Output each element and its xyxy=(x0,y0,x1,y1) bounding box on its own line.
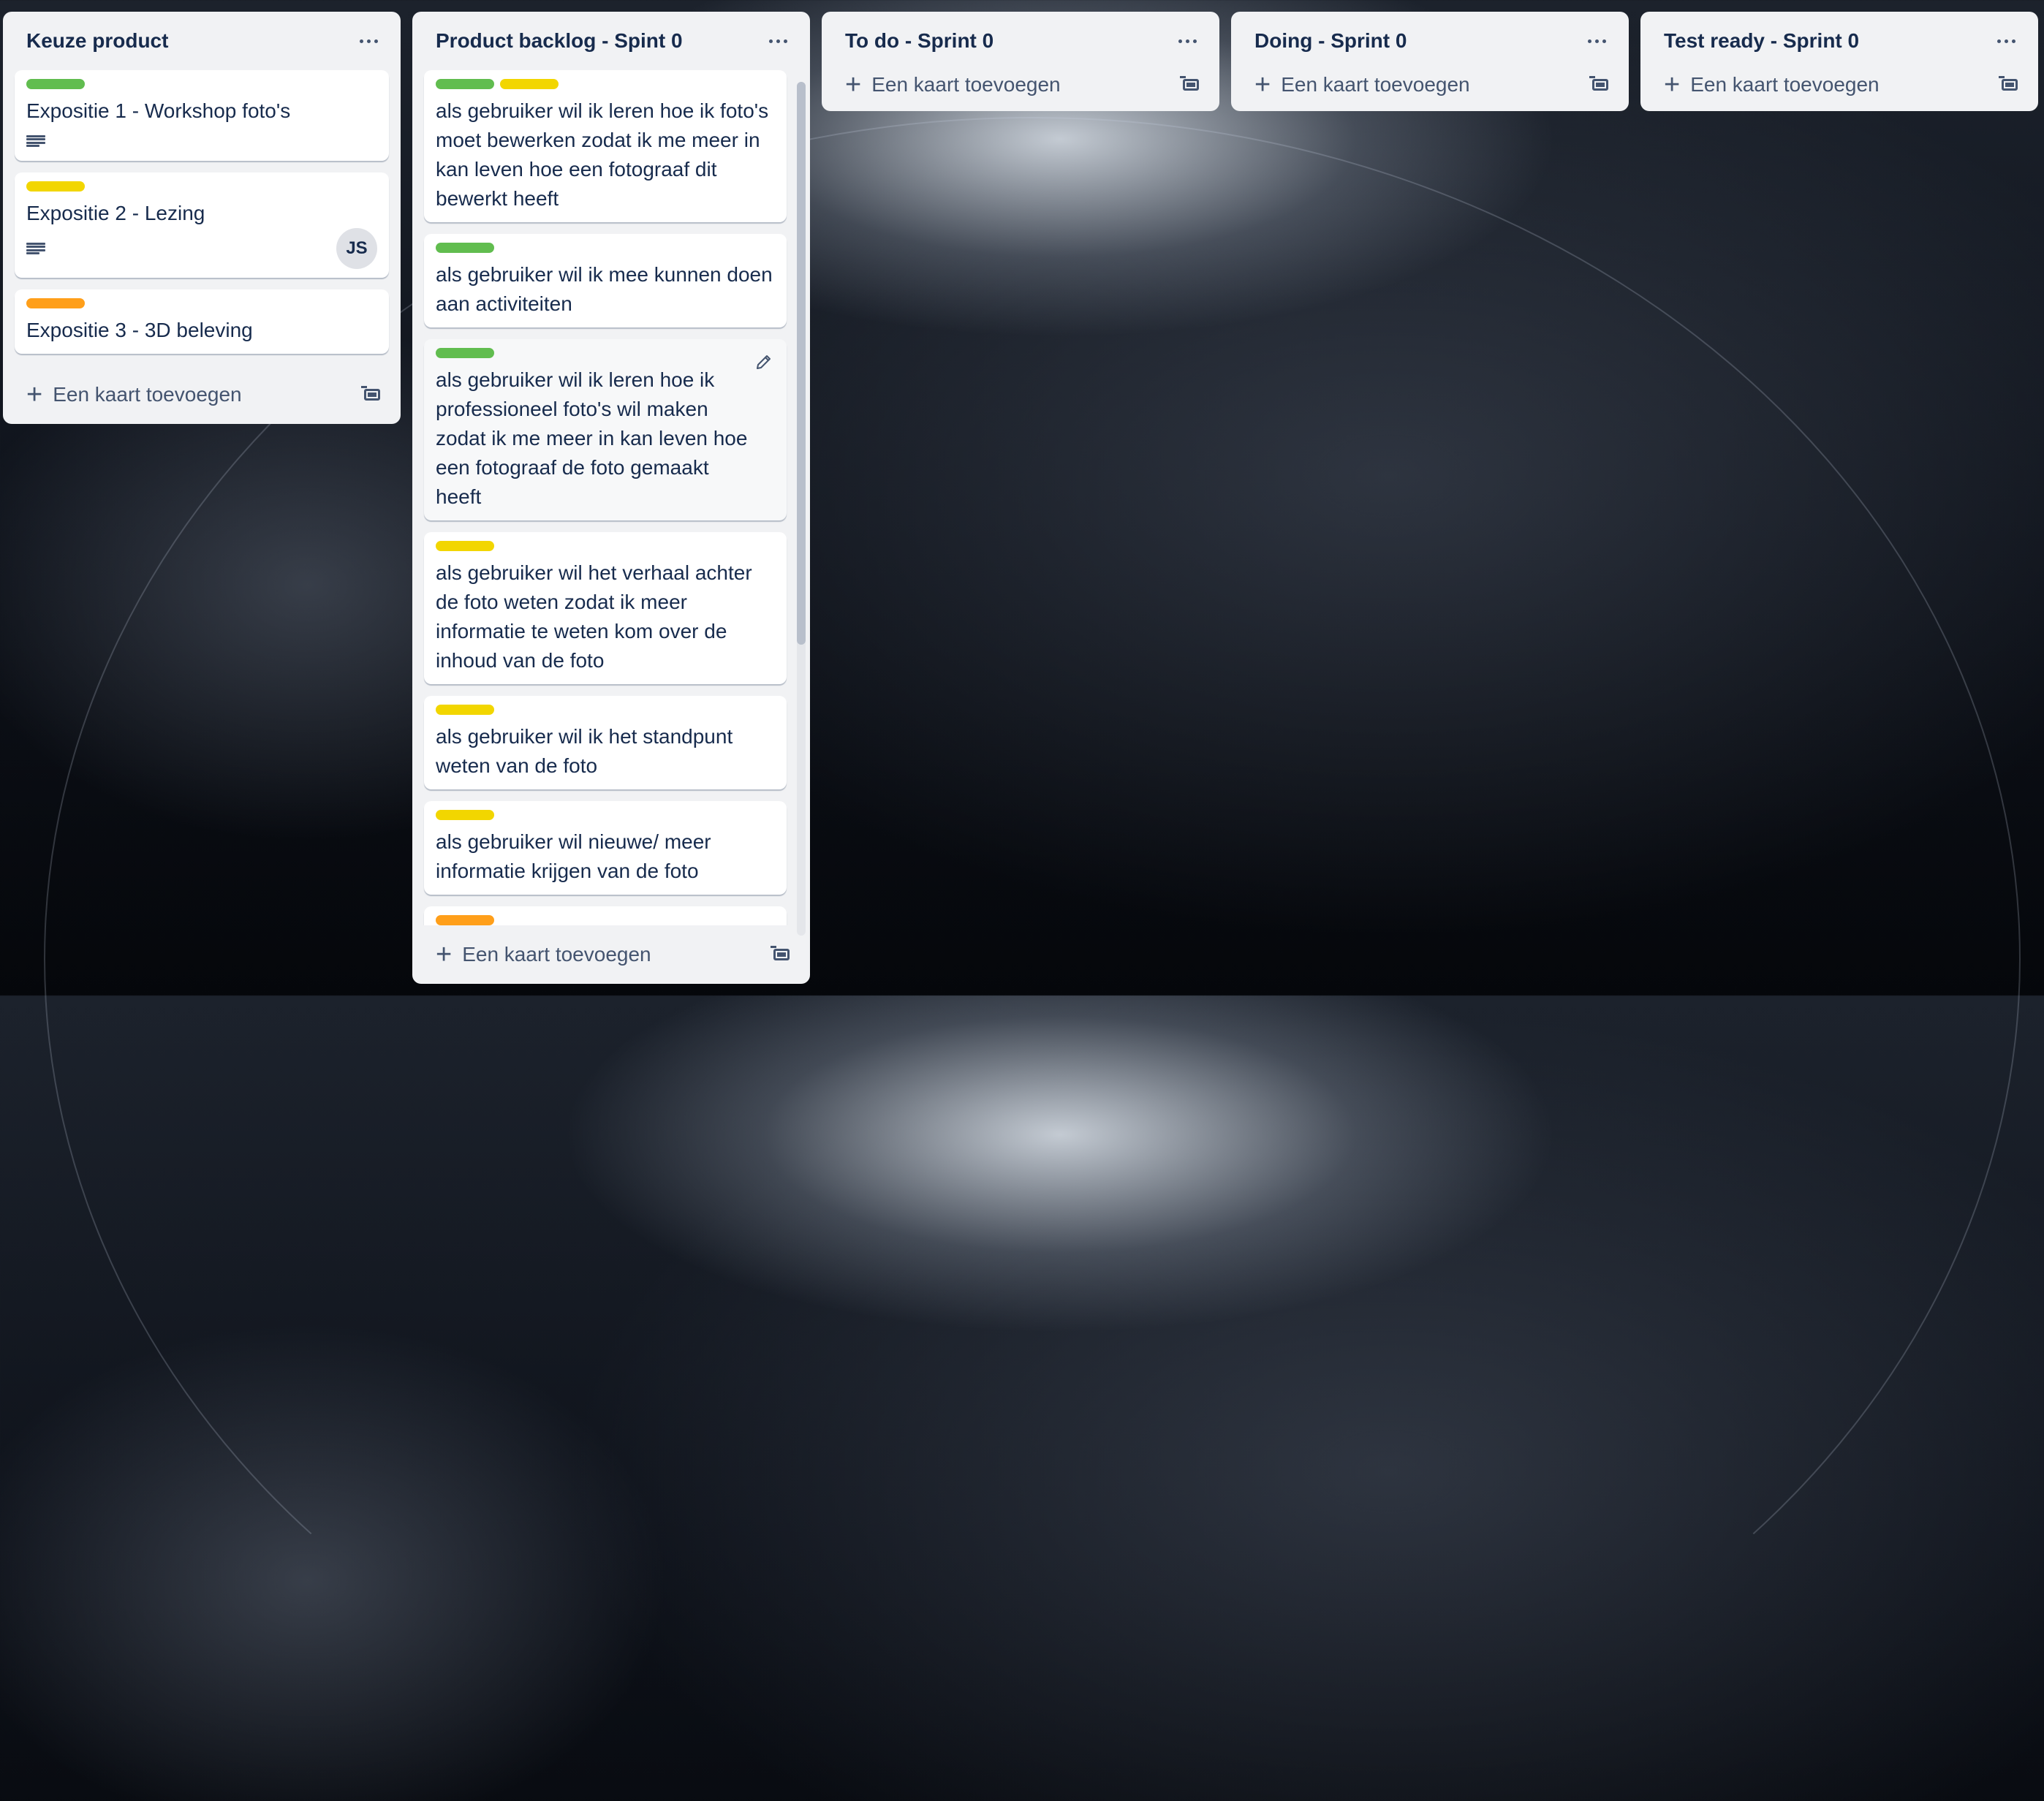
card-title: als gebruiker wil ik mee kunnen doen aan… xyxy=(436,263,773,315)
card[interactable]: als gebruiker wil het verhaal achter de … xyxy=(424,532,787,684)
add-card-row: + Een kaart toevoegen xyxy=(3,365,401,424)
label-yellow[interactable] xyxy=(500,79,559,89)
card[interactable]: Expositie 1 - Workshop foto's xyxy=(15,70,389,161)
card-labels xyxy=(436,348,775,358)
card[interactable]: als gebruiker wil ik mee kunnen doen aan… xyxy=(424,234,787,327)
add-card-label: Een kaart toevoegen xyxy=(53,383,242,406)
card[interactable]: als gebruiker wil ik leren hoe ik profes… xyxy=(424,339,787,520)
card-title: Expositie 3 - 3D beleving xyxy=(26,319,253,341)
card-labels xyxy=(436,915,775,925)
card-list[interactable]: als gebruiker wil ik leren hoe ik foto's… xyxy=(412,70,810,925)
add-card-button[interactable]: + Een kaart toevoegen xyxy=(436,939,651,970)
card[interactable]: Expositie 2 - Lezing JS xyxy=(15,172,389,278)
plus-icon: + xyxy=(436,939,453,970)
label-orange[interactable] xyxy=(436,915,494,925)
add-card-label: Een kaart toevoegen xyxy=(462,943,651,966)
list-menu-icon[interactable] xyxy=(1173,26,1202,56)
scrollbar-thumb[interactable] xyxy=(797,82,806,645)
add-card-button[interactable]: + Een kaart toevoegen xyxy=(1254,69,1470,100)
card[interactable]: als gebruiker wil nieuwe/ meer informati… xyxy=(424,801,787,895)
card-labels xyxy=(436,541,775,551)
card[interactable] xyxy=(424,906,787,925)
add-card-label: Een kaart toevoegen xyxy=(871,73,1061,96)
member-avatar[interactable]: JS xyxy=(336,228,377,269)
card-badges: JS xyxy=(26,228,377,269)
label-orange[interactable] xyxy=(26,298,85,308)
add-card-label: Een kaart toevoegen xyxy=(1281,73,1470,96)
card-title: Expositie 2 - Lezing xyxy=(26,202,205,224)
list-doing: Doing - Sprint 0 + Een kaart toevoegen xyxy=(1231,12,1629,111)
list-keuze-product: Keuze product Expositie 1 - Workshop fot… xyxy=(3,12,401,424)
card-title: als gebruiker wil nieuwe/ meer informati… xyxy=(436,830,711,882)
label-green[interactable] xyxy=(436,243,494,253)
board: Keuze product Expositie 1 - Workshop fot… xyxy=(0,0,2044,996)
card-title: als gebruiker wil ik het standpunt weten… xyxy=(436,725,733,777)
create-from-template-icon[interactable] xyxy=(361,385,383,404)
card[interactable]: Expositie 3 - 3D beleving xyxy=(15,289,389,354)
list-title[interactable]: To do - Sprint 0 xyxy=(845,29,993,53)
card-title: als gebruiker wil ik leren hoe ik foto's… xyxy=(436,99,769,210)
card-labels xyxy=(436,705,775,715)
list-menu-icon[interactable] xyxy=(1582,26,1611,56)
add-card-button[interactable]: + Een kaart toevoegen xyxy=(845,69,1061,100)
card-title: Expositie 1 - Workshop foto's xyxy=(26,99,291,122)
add-card-button[interactable]: + Een kaart toevoegen xyxy=(26,379,242,410)
plus-icon: + xyxy=(1254,69,1271,100)
card[interactable]: als gebruiker wil ik het standpunt weten… xyxy=(424,696,787,789)
card-title: als gebruiker wil het verhaal achter de … xyxy=(436,561,752,672)
list-to-do: To do - Sprint 0 + Een kaart toevoegen xyxy=(822,12,1219,111)
create-from-template-icon[interactable] xyxy=(1589,75,1611,94)
card-labels xyxy=(26,298,377,308)
label-green[interactable] xyxy=(436,348,494,358)
card-labels xyxy=(436,810,775,820)
create-from-template-icon[interactable] xyxy=(1180,75,1202,94)
label-green[interactable] xyxy=(26,79,85,89)
list-header: Keuze product xyxy=(3,12,401,70)
label-yellow[interactable] xyxy=(436,705,494,715)
label-yellow[interactable] xyxy=(26,181,85,192)
list-product-backlog: Product backlog - Spint 0 als gebruiker … xyxy=(412,12,810,984)
list-title[interactable]: Keuze product xyxy=(26,29,168,53)
list-title[interactable]: Doing - Sprint 0 xyxy=(1254,29,1407,53)
add-card-button[interactable]: + Een kaart toevoegen xyxy=(1664,69,1880,100)
add-card-row: + Een kaart toevoegen xyxy=(1640,58,2038,111)
card[interactable]: als gebruiker wil ik leren hoe ik foto's… xyxy=(424,70,787,222)
list-title[interactable]: Test ready - Sprint 0 xyxy=(1664,29,1859,53)
plus-icon: + xyxy=(26,379,43,410)
card-labels xyxy=(26,181,377,192)
card-labels xyxy=(436,243,775,253)
add-card-row: + Een kaart toevoegen xyxy=(412,925,810,984)
list-header: Product backlog - Spint 0 xyxy=(412,12,810,70)
card-labels xyxy=(436,79,775,89)
label-yellow[interactable] xyxy=(436,810,494,820)
create-from-template-icon[interactable] xyxy=(1999,75,2021,94)
label-green[interactable] xyxy=(436,79,494,89)
card-labels xyxy=(26,79,377,89)
add-card-row: + Een kaart toevoegen xyxy=(822,58,1219,111)
pencil-edit-icon[interactable] xyxy=(754,352,773,371)
add-card-row: + Een kaart toevoegen xyxy=(1231,58,1629,111)
plus-icon: + xyxy=(1664,69,1681,100)
description-icon xyxy=(26,133,45,149)
list-menu-icon[interactable] xyxy=(763,26,792,56)
add-card-label: Een kaart toevoegen xyxy=(1690,73,1880,96)
card-badges xyxy=(26,130,377,152)
list-menu-icon[interactable] xyxy=(354,26,383,56)
description-icon xyxy=(26,240,45,257)
card-title: als gebruiker wil ik leren hoe ik profes… xyxy=(436,368,748,508)
list-scrollbar[interactable] xyxy=(797,82,806,936)
list-test-ready: Test ready - Sprint 0 + Een kaart toevoe… xyxy=(1640,12,2038,111)
create-from-template-icon[interactable] xyxy=(771,945,792,964)
list-title[interactable]: Product backlog - Spint 0 xyxy=(436,29,683,53)
plus-icon: + xyxy=(845,69,862,100)
label-yellow[interactable] xyxy=(436,541,494,551)
card-list: Expositie 1 - Workshop foto's Expositie … xyxy=(3,70,401,354)
list-menu-icon[interactable] xyxy=(1991,26,2021,56)
